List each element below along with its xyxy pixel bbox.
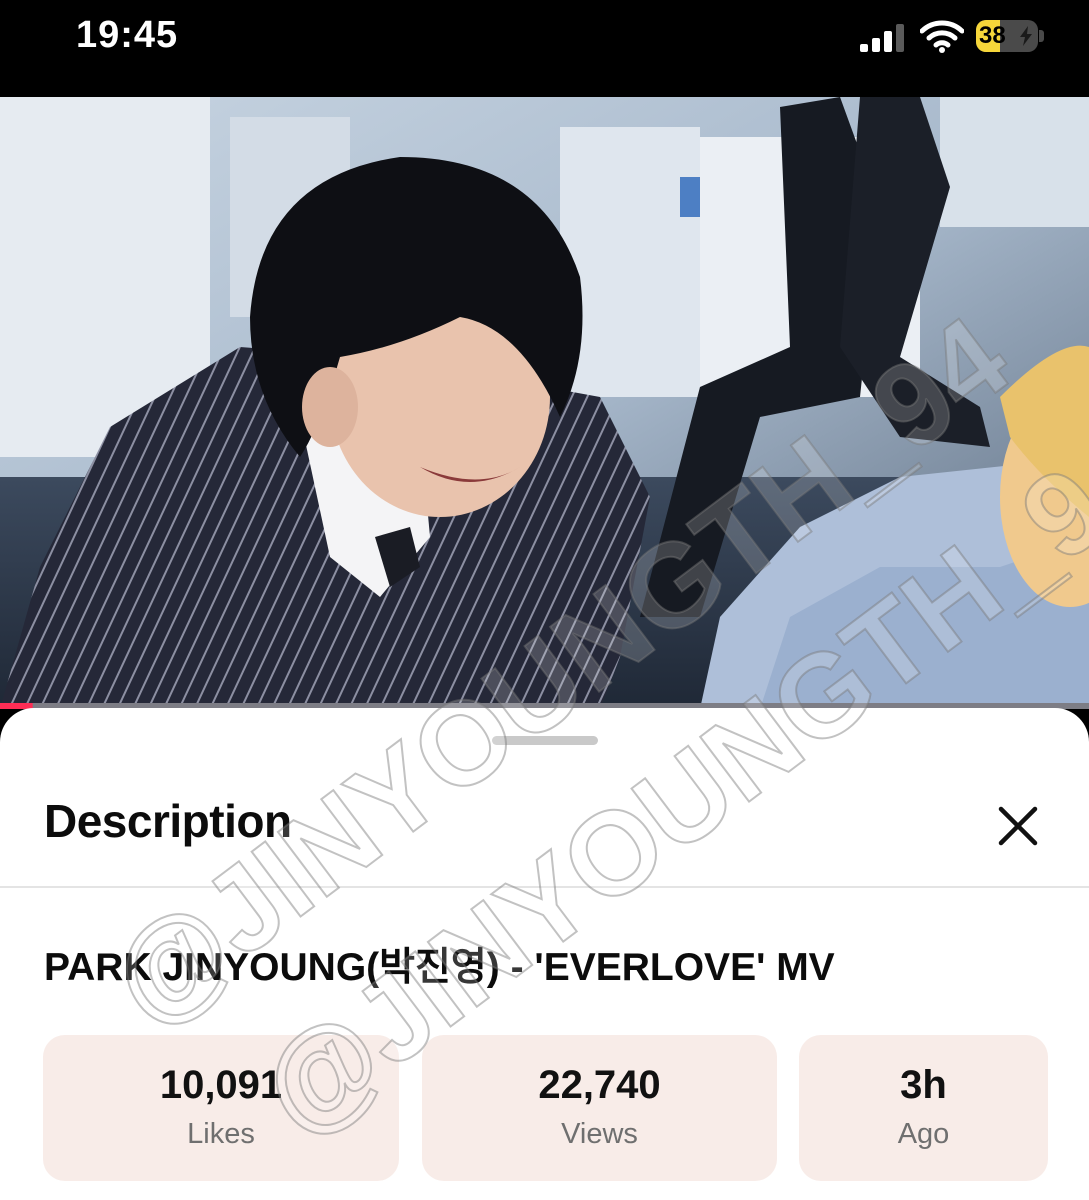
battery-body: 38 [976, 20, 1038, 52]
likes-stat-card: 10,091 Likes [43, 1035, 399, 1181]
time-ago-value: 3h [900, 1063, 947, 1107]
battery-cap [1039, 30, 1044, 42]
likes-count: 10,091 [159, 1063, 283, 1107]
sheet-grabber[interactable] [492, 736, 598, 745]
description-sheet: Description PARK JINYOUNG(박진영) - 'EVERLO… [0, 708, 1089, 1200]
screen: 19:45 38 Description PARK JINYOUNG(박진영) … [0, 0, 1089, 1200]
charging-bolt-icon [1020, 26, 1032, 46]
status-bar: 19:45 38 [0, 0, 1089, 97]
battery-icon: 38 [976, 20, 1046, 54]
battery-level: 38 [979, 22, 1006, 49]
status-time: 19:45 [76, 14, 179, 56]
divider [0, 886, 1089, 888]
sheet-title: Description [44, 795, 292, 847]
video-frame [0, 97, 1089, 709]
views-stat-card: 22,740 Views [422, 1035, 777, 1181]
stats-row: 10,091 Likes 22,740 Views 3h Ago [43, 1035, 1048, 1181]
views-label: Views [561, 1118, 638, 1150]
time-ago-label: Ago [897, 1118, 950, 1150]
time-ago-stat-card: 3h Ago [799, 1035, 1048, 1181]
likes-label: Likes [187, 1118, 255, 1150]
video-player[interactable] [0, 97, 1089, 709]
cellular-signal-icon [860, 24, 904, 52]
wifi-icon [920, 20, 964, 53]
views-count: 22,740 [538, 1063, 661, 1107]
close-icon[interactable] [988, 796, 1048, 856]
video-title: PARK JINYOUNG(박진영) - 'EVERLOVE' MV [44, 946, 835, 989]
